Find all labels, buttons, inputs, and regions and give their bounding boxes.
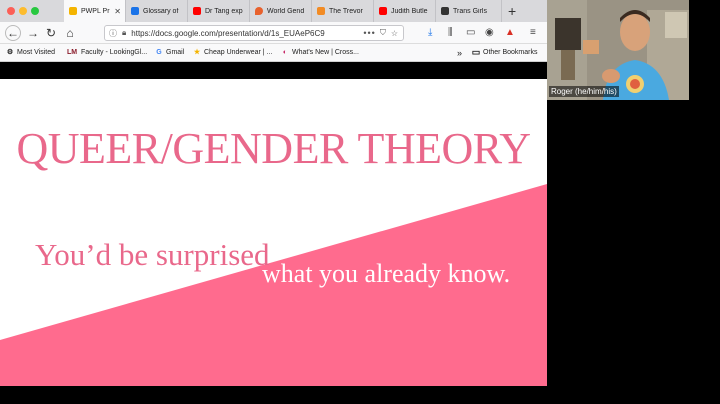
google-icon: G [156, 48, 162, 56]
sidebar-icon[interactable]: ▭ [466, 27, 475, 38]
menu-icon[interactable]: ≡ [530, 27, 536, 38]
tab-label: Dr Tang exp [205, 7, 243, 15]
gear-icon: ⚙ [6, 49, 14, 56]
slides-icon [69, 7, 77, 15]
bookmark-label: Gmail [166, 48, 185, 56]
browser-tab-2[interactable]: Dr Tang exp [188, 0, 250, 22]
browser-tab-5[interactable]: Judith Butle [374, 0, 436, 22]
bookmark-faculty[interactable]: LM Faculty - LookingGl... [66, 48, 147, 56]
page-actions-icon[interactable]: ••• [363, 28, 375, 38]
docs-icon [131, 7, 139, 15]
other-bookmarks-folder[interactable]: ▭ Other Bookmarks [471, 46, 538, 57]
browser-window: PWPL Pr ✕ Glossary of Dr Tang exp World … [0, 0, 547, 386]
video-panel-background [689, 0, 720, 100]
site-icon [317, 7, 325, 15]
download-icon[interactable]: ⤓ [428, 27, 432, 38]
lock-icon: 🔒︎ [122, 28, 127, 37]
browser-tab-0[interactable]: PWPL Pr ✕ [64, 0, 126, 22]
browser-tab-3[interactable]: World Gend [250, 0, 312, 22]
chevron-right-icon: » [457, 48, 463, 58]
bookmark-most-visited[interactable]: ⚙ Most Visited [6, 48, 55, 57]
map-pin-icon [255, 7, 263, 15]
reload-button[interactable]: ↻ [43, 25, 59, 41]
screen: PWPL Pr ✕ Glossary of Dr Tang exp World … [0, 0, 720, 404]
forward-button[interactable]: → [25, 25, 41, 41]
tab-label: Trans Girls [453, 7, 487, 15]
slide-title: QUEER/GENDER THEORY [16, 124, 531, 173]
browser-tab-4[interactable]: The Trevor [312, 0, 374, 22]
browser-tab-1[interactable]: Glossary of [126, 0, 188, 22]
slide-subtitle-part2: what you already know. [262, 259, 511, 288]
slide-top-bar [0, 62, 547, 79]
presentation-slide: QUEER/GENDER THEORY You’d be surprised w… [0, 79, 547, 386]
bookmark-whats-new[interactable]: ◐ What's New | Cross... [281, 48, 359, 56]
bookmark-gmail[interactable]: G Gmail [155, 48, 184, 56]
bookmarks-overflow-button[interactable]: » [457, 48, 462, 58]
participant-video-feed [547, 0, 689, 100]
arrow-right-icon: → [27, 26, 39, 40]
account-icon[interactable]: ◉ [485, 27, 494, 38]
home-button[interactable]: ⌂ [62, 25, 78, 41]
bookmark-cheap-underwear[interactable]: ★ Cheap Underwear | ... [193, 48, 273, 57]
bookmark-label: Cheap Underwear | ... [204, 48, 273, 56]
participant-video[interactable]: Roger (he/him/his) [547, 0, 689, 100]
tab-label: Judith Butle [391, 7, 428, 15]
youtube-icon [379, 7, 387, 15]
browser-tab-6[interactable]: Trans Girls [436, 0, 502, 22]
reload-icon: ↻ [45, 26, 57, 40]
arrow-left-icon: ← [7, 26, 19, 40]
close-tab-icon[interactable]: ✕ [114, 7, 121, 16]
address-bar[interactable]: ⓘ 🔒︎ https://docs.google.com/presentatio… [104, 25, 404, 41]
home-icon: ⌂ [66, 26, 74, 40]
info-icon: ⓘ [109, 28, 117, 38]
bookmarks-bar: ⚙ Most Visited LM Faculty - LookingGl...… [0, 44, 547, 62]
bookmark-label: Most Visited [17, 48, 55, 56]
tab-label: PWPL Pr [81, 7, 110, 15]
tab-bar: PWPL Pr ✕ Glossary of Dr Tang exp World … [0, 0, 547, 22]
maximize-window-button[interactable] [31, 7, 39, 15]
tab-label: Glossary of [143, 7, 179, 15]
tab-label: The Trevor [329, 7, 363, 15]
library-icon[interactable]: ⫼ [448, 27, 453, 38]
tab-label: World Gend [267, 7, 305, 15]
folder-icon: ▭ [471, 46, 481, 57]
minimize-window-button[interactable] [19, 7, 27, 15]
url-text: https://docs.google.com/presentation/d/1… [131, 28, 325, 38]
lm-icon: LM [66, 48, 78, 56]
bookmark-star-icon[interactable]: ☆ [391, 29, 398, 38]
bookmark-label: What's New | Cross... [292, 48, 359, 56]
navigation-bar: ← → ↻ ⌂ ⓘ 🔒︎ https://docs.google.com/pre… [0, 22, 547, 44]
site-icon [441, 7, 449, 15]
extension-icon[interactable]: ▲ [505, 27, 515, 38]
site-icon: ◐ [282, 48, 288, 56]
back-button[interactable]: ← [5, 25, 21, 41]
participant-name-label: Roger (he/him/his) [549, 86, 619, 97]
bookmark-label: Faculty - LookingGl... [81, 48, 148, 56]
slide-subtitle-part1: You’d be surprised [35, 237, 270, 272]
pocket-icon[interactable]: ⛉ [380, 28, 386, 38]
new-tab-button[interactable]: + [508, 3, 516, 19]
bookmark-label: Other Bookmarks [483, 48, 538, 56]
star-icon: ★ [193, 49, 201, 56]
youtube-icon [193, 7, 201, 15]
close-window-button[interactable] [7, 7, 15, 15]
